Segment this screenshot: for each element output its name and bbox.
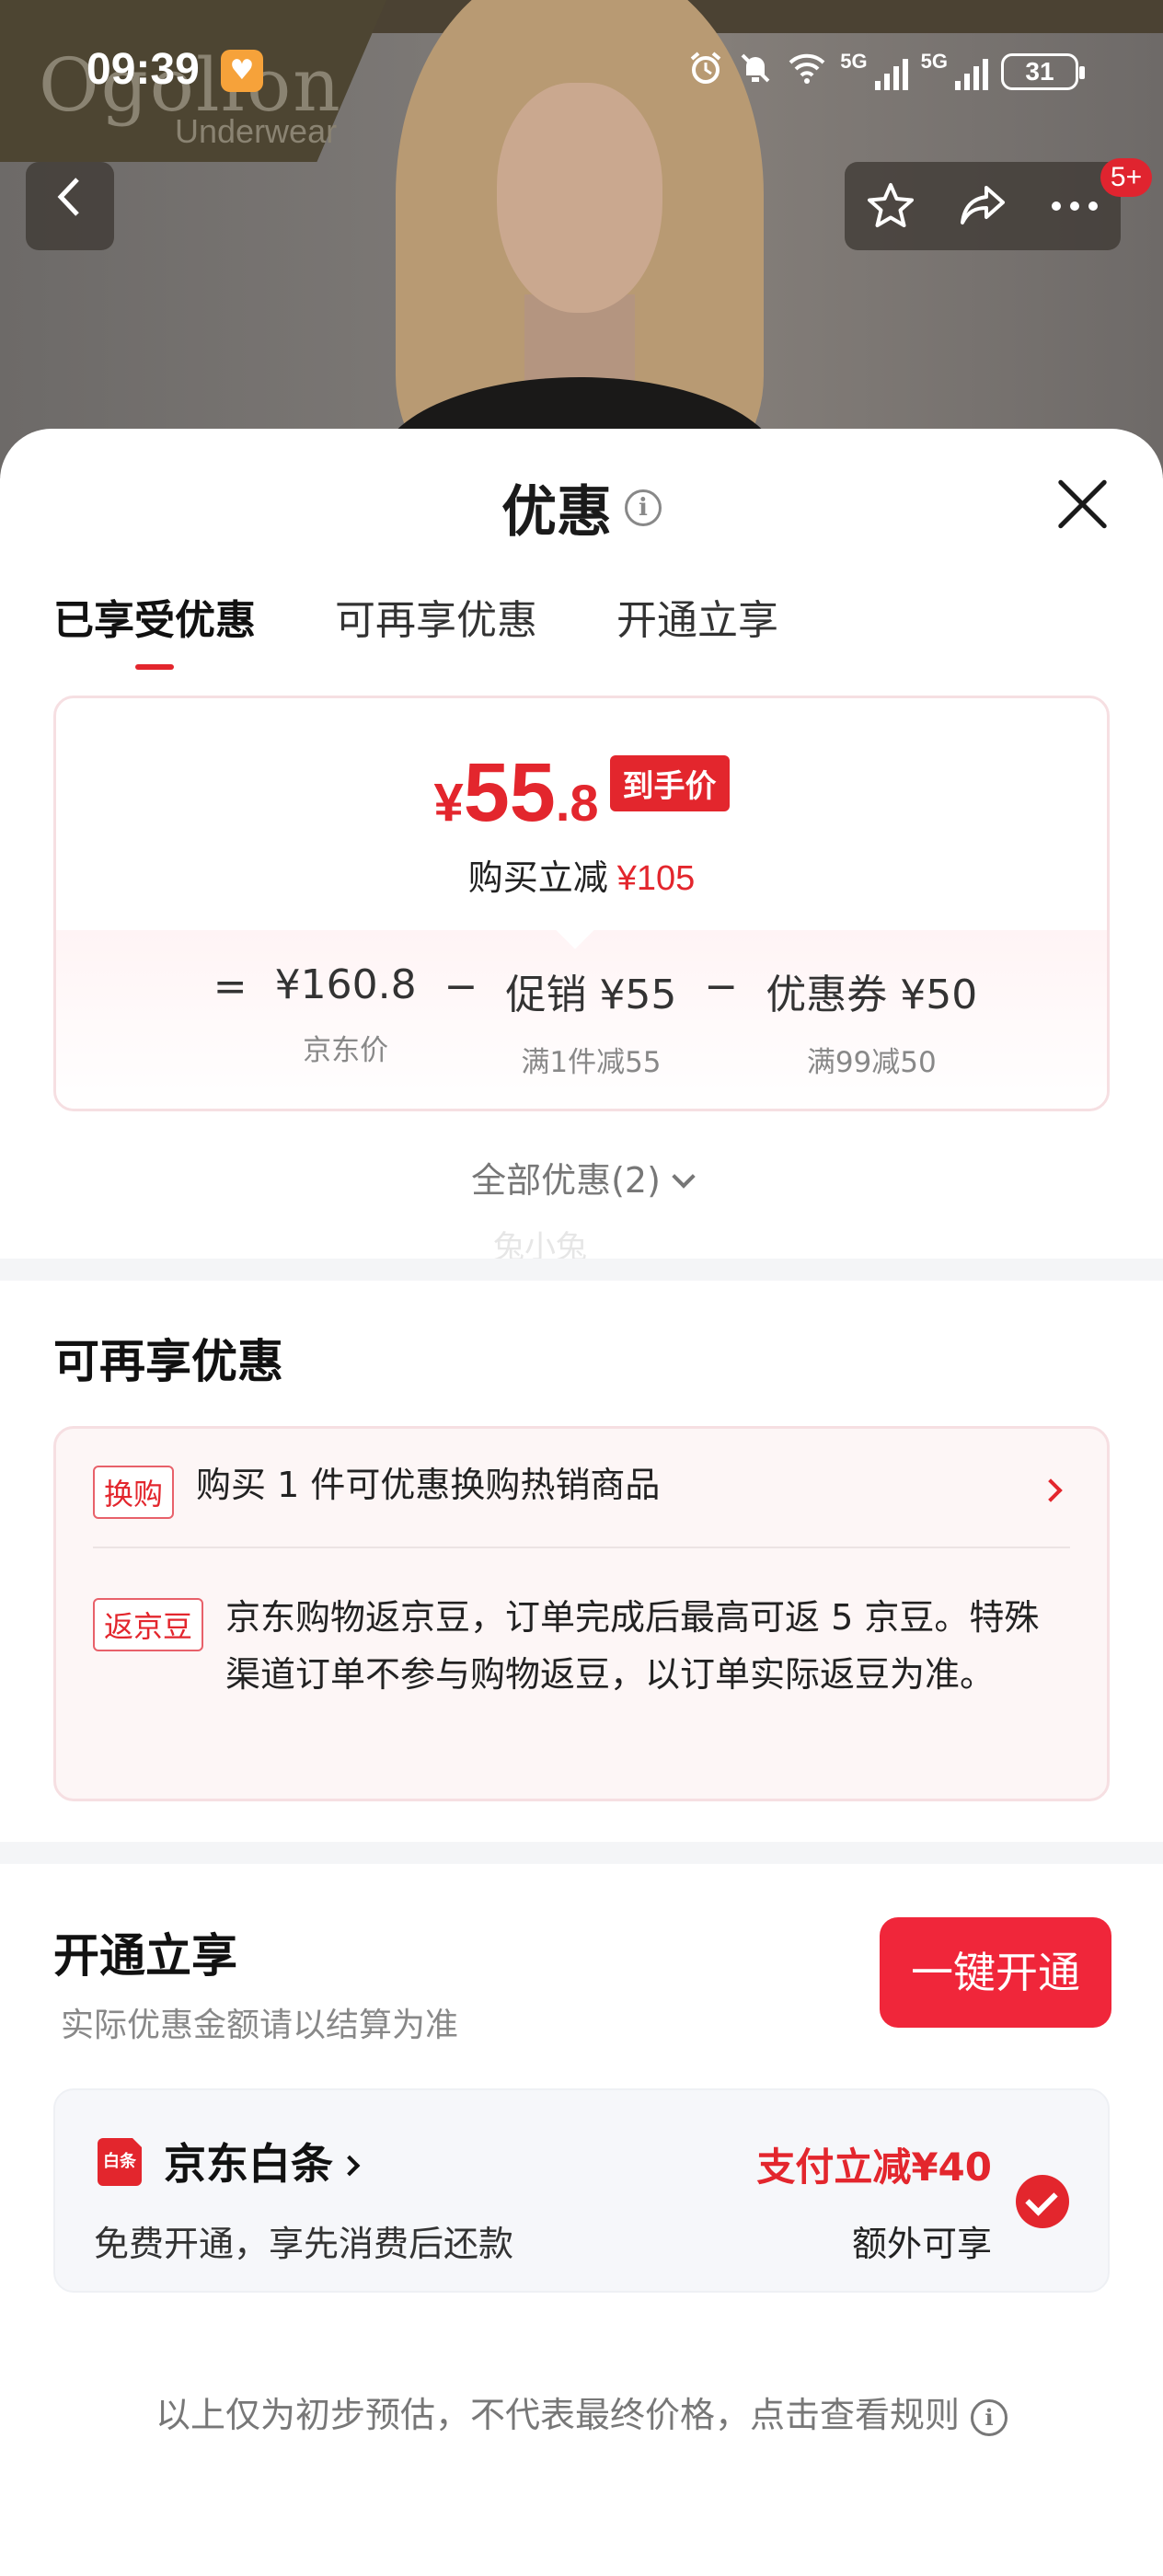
section-divider [0,1842,1163,1864]
one-click-open-button[interactable]: 一键开通 [880,1917,1111,2028]
baitiao-name-link[interactable]: 京东白条 [164,2131,361,2191]
join-subtitle: 实际优惠金额请以结算为准 [61,2007,459,2044]
price-breakdown: = ¥160.8 京东价 − 促销 ¥55 满1件减55 − 优惠券 ¥50 满… [56,930,1107,1109]
share-icon [961,186,1005,224]
mute-bell-icon [737,50,774,93]
jd-beans-offer: 返京豆 京东购物返京豆，订单完成后最高可返 5 京豆。特殊渠道订单不参与购物返豆… [93,1597,1070,1703]
more-offers-title: 可再享优惠 [53,1335,283,1388]
chevron-down-icon [672,1165,696,1189]
trade-in-tag: 换购 [93,1466,175,1519]
jd-price-item: ¥160.8 京东价 [275,961,417,1068]
sheet-title: 优惠 [501,480,612,545]
baitiao-extra-label: 额外可享 [851,2224,992,2264]
baitiao-description: 免费开通，享先消费后还款 [94,2224,514,2264]
jd-price-value: ¥160.8 [274,961,417,1008]
trade-in-offer[interactable]: 换购 购买 1 件可优惠换购热销商品 [93,1465,1070,1519]
jd-beans-text: 京东购物返京豆，订单完成后最高可返 5 京豆。特殊渠道订单不参与购物返豆，以订单… [225,1597,1040,1695]
network-type-2: 5G [920,50,948,73]
favorite-button[interactable] [846,162,935,250]
back-arrow-icon [57,178,79,216]
minus-operator: − [443,963,478,1010]
battery-icon: 31 [1001,52,1085,90]
tab-more-offers[interactable]: 可再享优惠 [335,587,537,670]
sheet-header: 优惠 i [0,467,1163,547]
join-title: 开通立享 [53,1929,237,1983]
offer-tabs: 已享受优惠 可再享优惠 开通立享 [53,587,778,670]
rules-note[interactable]: 以上仅为初步预估，不代表最终价格，点击查看规则 i [0,2386,1163,2437]
final-price: ¥55.8 到手价 [56,746,1107,841]
baitiao-icon: 白条 [98,2136,144,2186]
instant-discount: 购买立减 ¥105 [56,849,1107,900]
selected-check-icon[interactable] [1016,2175,1069,2228]
coupon-item: 优惠券 ¥50 满99减50 [766,961,977,1080]
star-icon [868,183,914,227]
signal-icon-1 [874,53,908,90]
product-action-bar [845,162,1121,250]
close-icon[interactable] [1053,475,1111,534]
alarm-icon [687,50,724,93]
final-price-tag: 到手价 [609,755,730,811]
info-icon: i [971,2398,1008,2436]
final-price-card: ¥55.8 到手价 购买立减 ¥105 = ¥160.8 京东价 − 促销 ¥55 … [53,696,1110,1111]
promotion-value: 促销 ¥55 [505,972,677,1018]
trade-in-text: 购买 1 件可优惠换购热销商品 [196,1465,661,1505]
message-count-badge: 5+ [1100,158,1152,197]
currency-symbol: ¥ [433,773,464,833]
price-decimal: .8 [555,774,599,832]
wifi-icon [787,50,827,93]
promotion-item: 促销 ¥55 满1件减55 [505,961,676,1080]
coupon-rule: 满99减50 [806,1046,937,1079]
price-integer: 55 [463,747,556,839]
tab-enjoyed-offers[interactable]: 已享受优惠 [53,587,256,670]
back-button[interactable] [26,162,114,250]
brand-subtitle: Underwear [175,112,338,150]
jd-beans-tag: 返京豆 [93,1598,204,1651]
chevron-right-icon [1039,1478,1063,1502]
rules-note-text: 以上仅为初步预估，不代表最终价格，点击查看规则 [155,2395,960,2435]
offer-divider [93,1547,1070,1548]
all-offers-label: 全部优惠(2) [471,1160,661,1201]
status-time: 09:39 [86,45,200,94]
instant-discount-label: 购买立减 [467,857,608,898]
coupon-value: 优惠券 ¥50 [766,972,978,1018]
share-button[interactable] [938,162,1027,250]
promotion-rule: 满1件减55 [521,1046,662,1079]
more-dots-icon [1052,201,1098,211]
all-offers-toggle[interactable]: 全部优惠(2) [0,1152,1163,1202]
baitiao-discount: 支付立减¥40 [756,2145,992,2190]
tab-join-offers[interactable]: 开通立享 [616,587,778,670]
section-divider [0,1259,1163,1281]
app-notification-icon: ♥ [221,50,263,92]
baitiao-name: 京东白条 [164,2139,333,2189]
network-type-1: 5G [840,50,868,73]
instant-discount-amount: ¥105 [616,859,696,898]
equals-operator: = [213,963,248,1010]
chevron-right-icon [339,2155,361,2177]
minus-operator: − [704,963,739,1010]
status-bar: 09:39 ♥ 5G 5G 31 [0,37,1163,110]
offers-sheet: 优惠 i 已享受优惠 可再享优惠 开通立享 ¥55.8 到手价 购买立减 ¥105 =… [0,429,1163,2576]
jd-baitiao-card[interactable]: 白条 京东白条 免费开通，享先消费后还款 支付立减¥40 额外可享 [53,2088,1110,2293]
jd-price-label: 京东价 [303,1034,389,1067]
more-offers-card: 换购 购买 1 件可优惠换购热销商品 返京豆 京东购物返京豆，订单完成后最高可返… [53,1426,1110,1801]
info-icon[interactable]: i [625,489,662,526]
signal-icon-2 [955,53,988,90]
